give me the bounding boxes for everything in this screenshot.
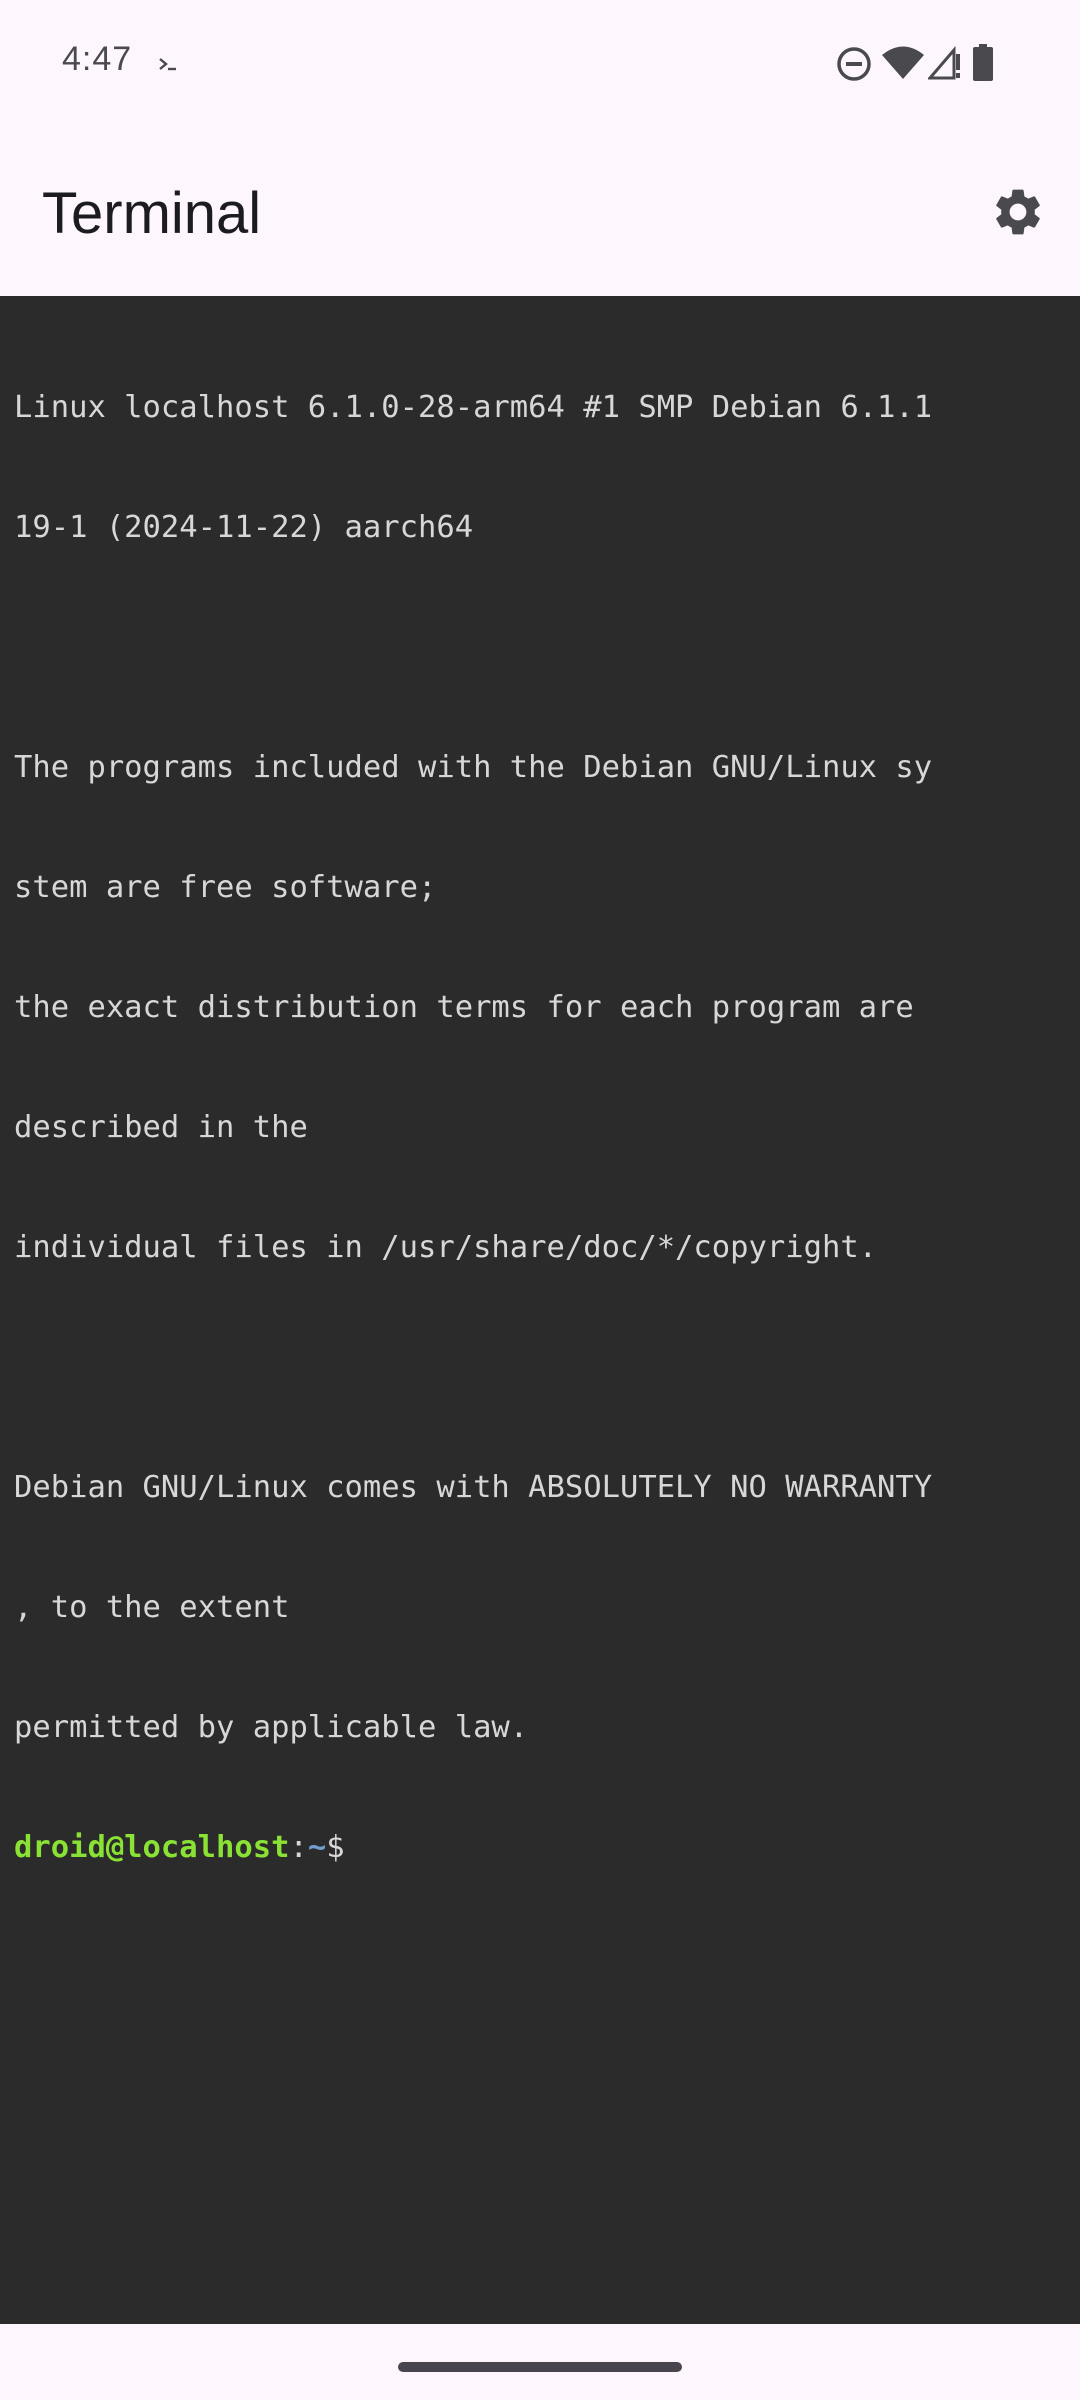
prompt-symbol: $ <box>326 1830 345 1865</box>
terminal-notification-icon <box>159 58 176 71</box>
battery-icon <box>973 44 993 81</box>
prompt-separator: : <box>289 1830 308 1865</box>
terminal-line: individual files in /usr/share/doc/*/cop… <box>14 1230 878 1265</box>
wifi-icon <box>882 46 924 79</box>
status-bar: 4:47 <box>0 0 1080 128</box>
terminal-view[interactable]: Linux localhost 6.1.0-28-arm64 #1 SMP De… <box>0 296 1080 2324</box>
navigation-bar <box>0 2324 1080 2400</box>
terminal-prompt-line[interactable]: droid@localhost:~$ <box>14 1828 1080 1868</box>
settings-button[interactable] <box>978 172 1058 252</box>
terminal-line: Debian GNU/Linux comes with ABSOLUTELY N… <box>14 1470 933 1505</box>
terminal-line: permitted by applicable law. <box>14 1710 529 1745</box>
status-icons <box>820 0 1080 128</box>
app-bar: Terminal <box>0 128 1080 296</box>
cellular-signal-icon <box>928 46 960 80</box>
do-not-disturb-icon <box>837 47 871 81</box>
terminal-output: Linux localhost 6.1.0-28-arm64 #1 SMP De… <box>0 296 1080 1948</box>
gesture-handle[interactable] <box>398 2362 682 2372</box>
terminal-line: described in the <box>14 1110 308 1145</box>
terminal-line: stem are free software; <box>14 870 437 905</box>
prompt-user-host: droid@localhost <box>14 1830 290 1865</box>
app-title: Terminal <box>42 181 262 246</box>
status-time: 4:47 <box>62 40 133 78</box>
gear-icon <box>996 189 1040 235</box>
terminal-line: , to the extent <box>14 1590 290 1625</box>
prompt-path: ~ <box>307 1830 327 1865</box>
terminal-line: Linux localhost 6.1.0-28-arm64 #1 SMP De… <box>14 390 933 425</box>
terminal-line: 19-1 (2024-11-22) aarch64 <box>14 510 474 545</box>
terminal-line: the exact distribution terms for each pr… <box>14 990 914 1025</box>
terminal-line: The programs included with the Debian GN… <box>14 750 933 785</box>
